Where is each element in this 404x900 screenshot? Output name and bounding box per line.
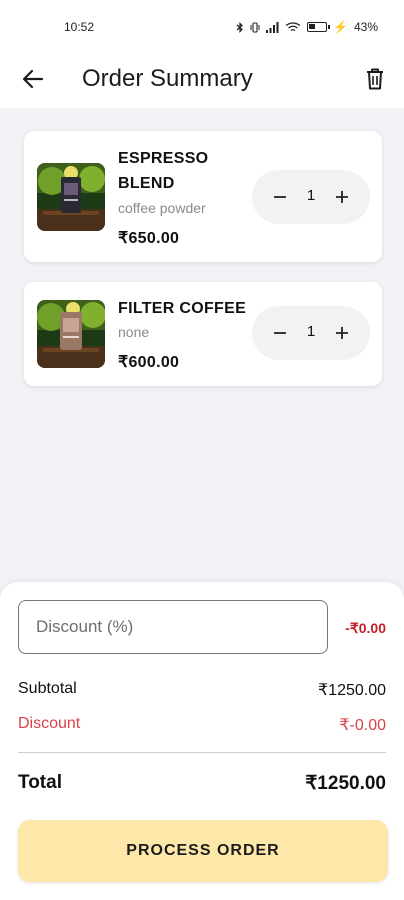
total-row: Total ₹1250.00	[18, 772, 386, 795]
status-time: 10:52	[64, 20, 95, 34]
item-price: ₹600.00	[118, 354, 180, 371]
discount-row: Discount ₹-0.00	[18, 715, 386, 735]
bluetooth-icon	[236, 21, 243, 33]
item-name: FILTER COFFEE	[118, 300, 247, 317]
subtotal-row: Subtotal ₹1250.00	[18, 680, 386, 700]
item-variant: coffee powder	[118, 200, 206, 216]
page-title: Order Summary	[82, 65, 253, 92]
product-image	[37, 163, 105, 231]
divider	[18, 752, 386, 753]
plus-icon	[336, 327, 348, 339]
item-variant: none	[118, 324, 150, 340]
back-button[interactable]	[20, 66, 46, 92]
app-bar: Order Summary	[0, 54, 404, 108]
total-value: ₹1250.00	[305, 773, 386, 794]
signal-icon	[266, 21, 279, 33]
plus-icon	[336, 191, 348, 203]
discount-label: Discount	[18, 715, 81, 732]
item-name-line: ESPRESSO	[118, 150, 209, 167]
discount-value: ₹-0.00	[339, 717, 386, 734]
increase-quantity-button[interactable]	[328, 183, 356, 211]
total-label: Total	[18, 772, 62, 793]
discount-input[interactable]	[18, 600, 328, 654]
cart-item: ESPRESSO BLEND coffee powder ₹650.00 1	[24, 131, 382, 262]
status-bar: 10:52 ⚡ 43%	[0, 0, 404, 54]
item-name: ESPRESSO BLEND	[118, 146, 208, 196]
subtotal-label: Subtotal	[18, 680, 77, 697]
wifi-icon	[285, 21, 301, 31]
battery-fill	[309, 24, 316, 29]
subtotal-value: ₹1250.00	[317, 682, 386, 699]
status-icons: ⚡ 43%	[236, 20, 378, 34]
product-image	[37, 300, 105, 368]
cart-item: FILTER COFFEE none ₹600.00 1	[24, 282, 382, 386]
battery-icon	[307, 22, 331, 32]
quantity-stepper: 1	[252, 170, 370, 224]
increase-quantity-button[interactable]	[328, 319, 356, 347]
trash-icon	[367, 68, 383, 90]
order-summary-panel: -₹0.00 Subtotal ₹1250.00 Discount ₹-0.00…	[0, 582, 404, 900]
discount-amount: -₹0.00	[345, 620, 386, 636]
item-price: ₹650.00	[118, 230, 180, 247]
delete-button[interactable]	[364, 66, 386, 92]
arrow-left-icon	[22, 69, 44, 89]
battery-percent: 43%	[353, 20, 378, 34]
charging-icon: ⚡	[333, 20, 348, 34]
vibrate-icon	[250, 21, 260, 33]
quantity-stepper: 1	[252, 306, 370, 360]
item-name-line: BLEND	[118, 175, 175, 192]
process-order-button[interactable]: PROCESS ORDER	[18, 820, 388, 882]
